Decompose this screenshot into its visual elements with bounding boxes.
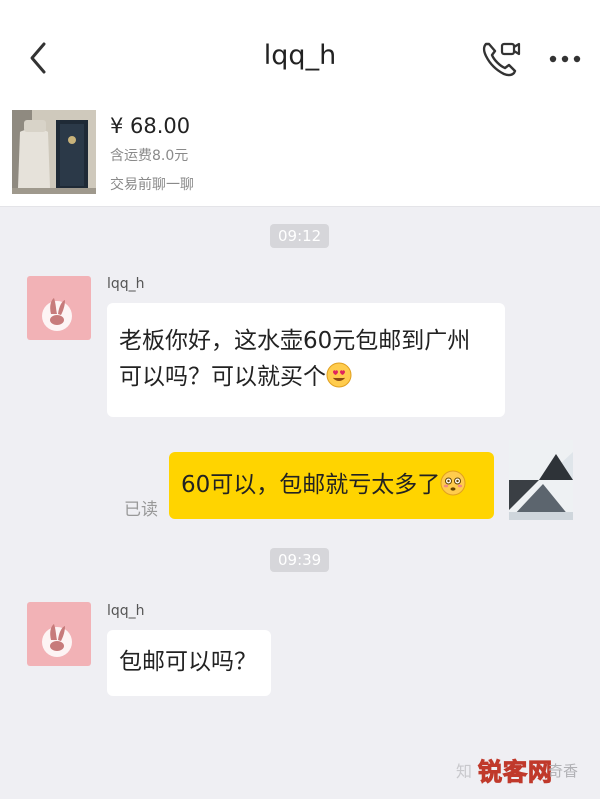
sender-name: lqq_h — [107, 276, 145, 292]
timestamp-badge: 09:39 — [270, 548, 330, 572]
message-text: 包邮可以吗？ — [119, 649, 257, 675]
rabbit-avatar-icon — [42, 624, 72, 657]
sender-name: lqq_h — [107, 603, 145, 619]
incoming-message-bubble[interactable]: 老板你好，这水壶60元包邮到广州 可以吗？可以就买个 — [107, 303, 505, 417]
avatar[interactable] — [27, 602, 91, 666]
shipping-fee: 含运费8.0元 — [110, 148, 189, 164]
read-status: 已读 — [124, 500, 158, 520]
message-text-line2: 可以吗？可以就买个 — [119, 359, 493, 395]
brand-logo: 锐客网 — [478, 758, 553, 787]
watermark-prefix: 知 — [456, 762, 473, 781]
timestamp-badge: 09:12 — [270, 224, 330, 248]
top-bar: lqq_h — [0, 0, 600, 108]
more-dots-icon[interactable] — [545, 47, 585, 71]
heart-eyes-emoji-icon — [326, 362, 352, 388]
flushed-emoji-icon — [440, 470, 466, 496]
product-price: ¥ 68.00 — [110, 114, 191, 138]
outgoing-message-bubble[interactable]: 60可以，包邮就亏太多了 — [169, 452, 494, 519]
product-image[interactable] — [12, 110, 96, 194]
message-text: 60可以，包邮就亏太多了 — [181, 472, 441, 498]
my-avatar[interactable] — [509, 440, 573, 520]
message-text: 老板你好，这水壶60元包邮到广州 — [119, 328, 471, 354]
message-text-own: 60可以，包邮就亏太多了 — [181, 467, 482, 503]
rabbit-avatar-icon — [42, 298, 72, 331]
abstract-avatar-icon — [509, 440, 573, 520]
phone-video-icon[interactable] — [478, 38, 522, 82]
incoming-message-bubble[interactable]: 包邮可以吗？ — [107, 630, 271, 696]
chevron-left-icon[interactable] — [24, 38, 54, 78]
product-card[interactable]: ¥ 68.00 含运费8.0元 交易前聊一聊 — [0, 108, 600, 207]
message-text-part: 可以吗？可以就买个 — [119, 364, 326, 390]
chat-before-trade: 交易前聊一聊 — [110, 177, 194, 193]
avatar[interactable] — [27, 276, 91, 340]
watermark-suffix: 奇香 — [548, 762, 579, 780]
